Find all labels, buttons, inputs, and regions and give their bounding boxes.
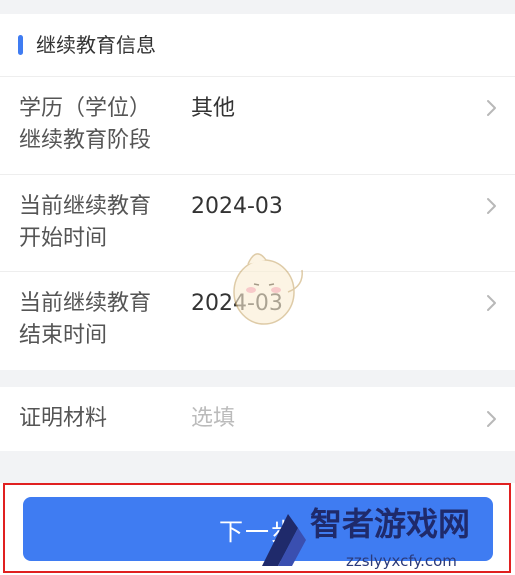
- proof-label: 证明材料: [19, 406, 108, 431]
- chevron-right-icon: [487, 295, 496, 311]
- row-label: 当前继续教育 结束时间: [19, 288, 179, 352]
- section-accent-bar: [18, 35, 23, 55]
- proof-materials-row[interactable]: 证明材料 选填: [0, 387, 515, 451]
- row-label-line1: 当前继续教育: [19, 194, 152, 219]
- form-row-education-stage[interactable]: 学历（学位） 继续教育阶段 其他: [0, 77, 515, 175]
- logo-watermark-icon: [262, 514, 306, 566]
- section-title: 继续教育信息: [36, 33, 156, 57]
- chevron-right-icon: [487, 411, 496, 427]
- row-label-line2: 开始时间: [19, 226, 108, 251]
- row-label-line1: 学历（学位）: [19, 96, 152, 121]
- row-value: 其他: [191, 96, 236, 121]
- watermark-url: zzslyyxcfy.com: [346, 552, 457, 570]
- chevron-right-icon: [487, 198, 496, 214]
- row-label: 当前继续教育 开始时间: [19, 191, 179, 255]
- row-label-line1: 当前继续教育: [19, 291, 152, 316]
- section-header: 继续教育信息: [0, 14, 515, 77]
- row-label: 学历（学位） 继续教育阶段: [19, 93, 179, 157]
- row-label-line2: 继续教育阶段: [19, 128, 152, 153]
- chevron-right-icon: [487, 100, 496, 116]
- row-label-line2: 结束时间: [19, 323, 108, 348]
- row-value: 2024-03: [191, 194, 283, 219]
- watermark-logo-text: 智者游戏网: [310, 505, 471, 543]
- proof-placeholder: 选填: [191, 406, 236, 431]
- page: 继续教育信息 学历（学位） 继续教育阶段 其他 当前继续教育 开始时间 2024…: [0, 0, 515, 575]
- mascot-watermark-icon: [233, 253, 303, 325]
